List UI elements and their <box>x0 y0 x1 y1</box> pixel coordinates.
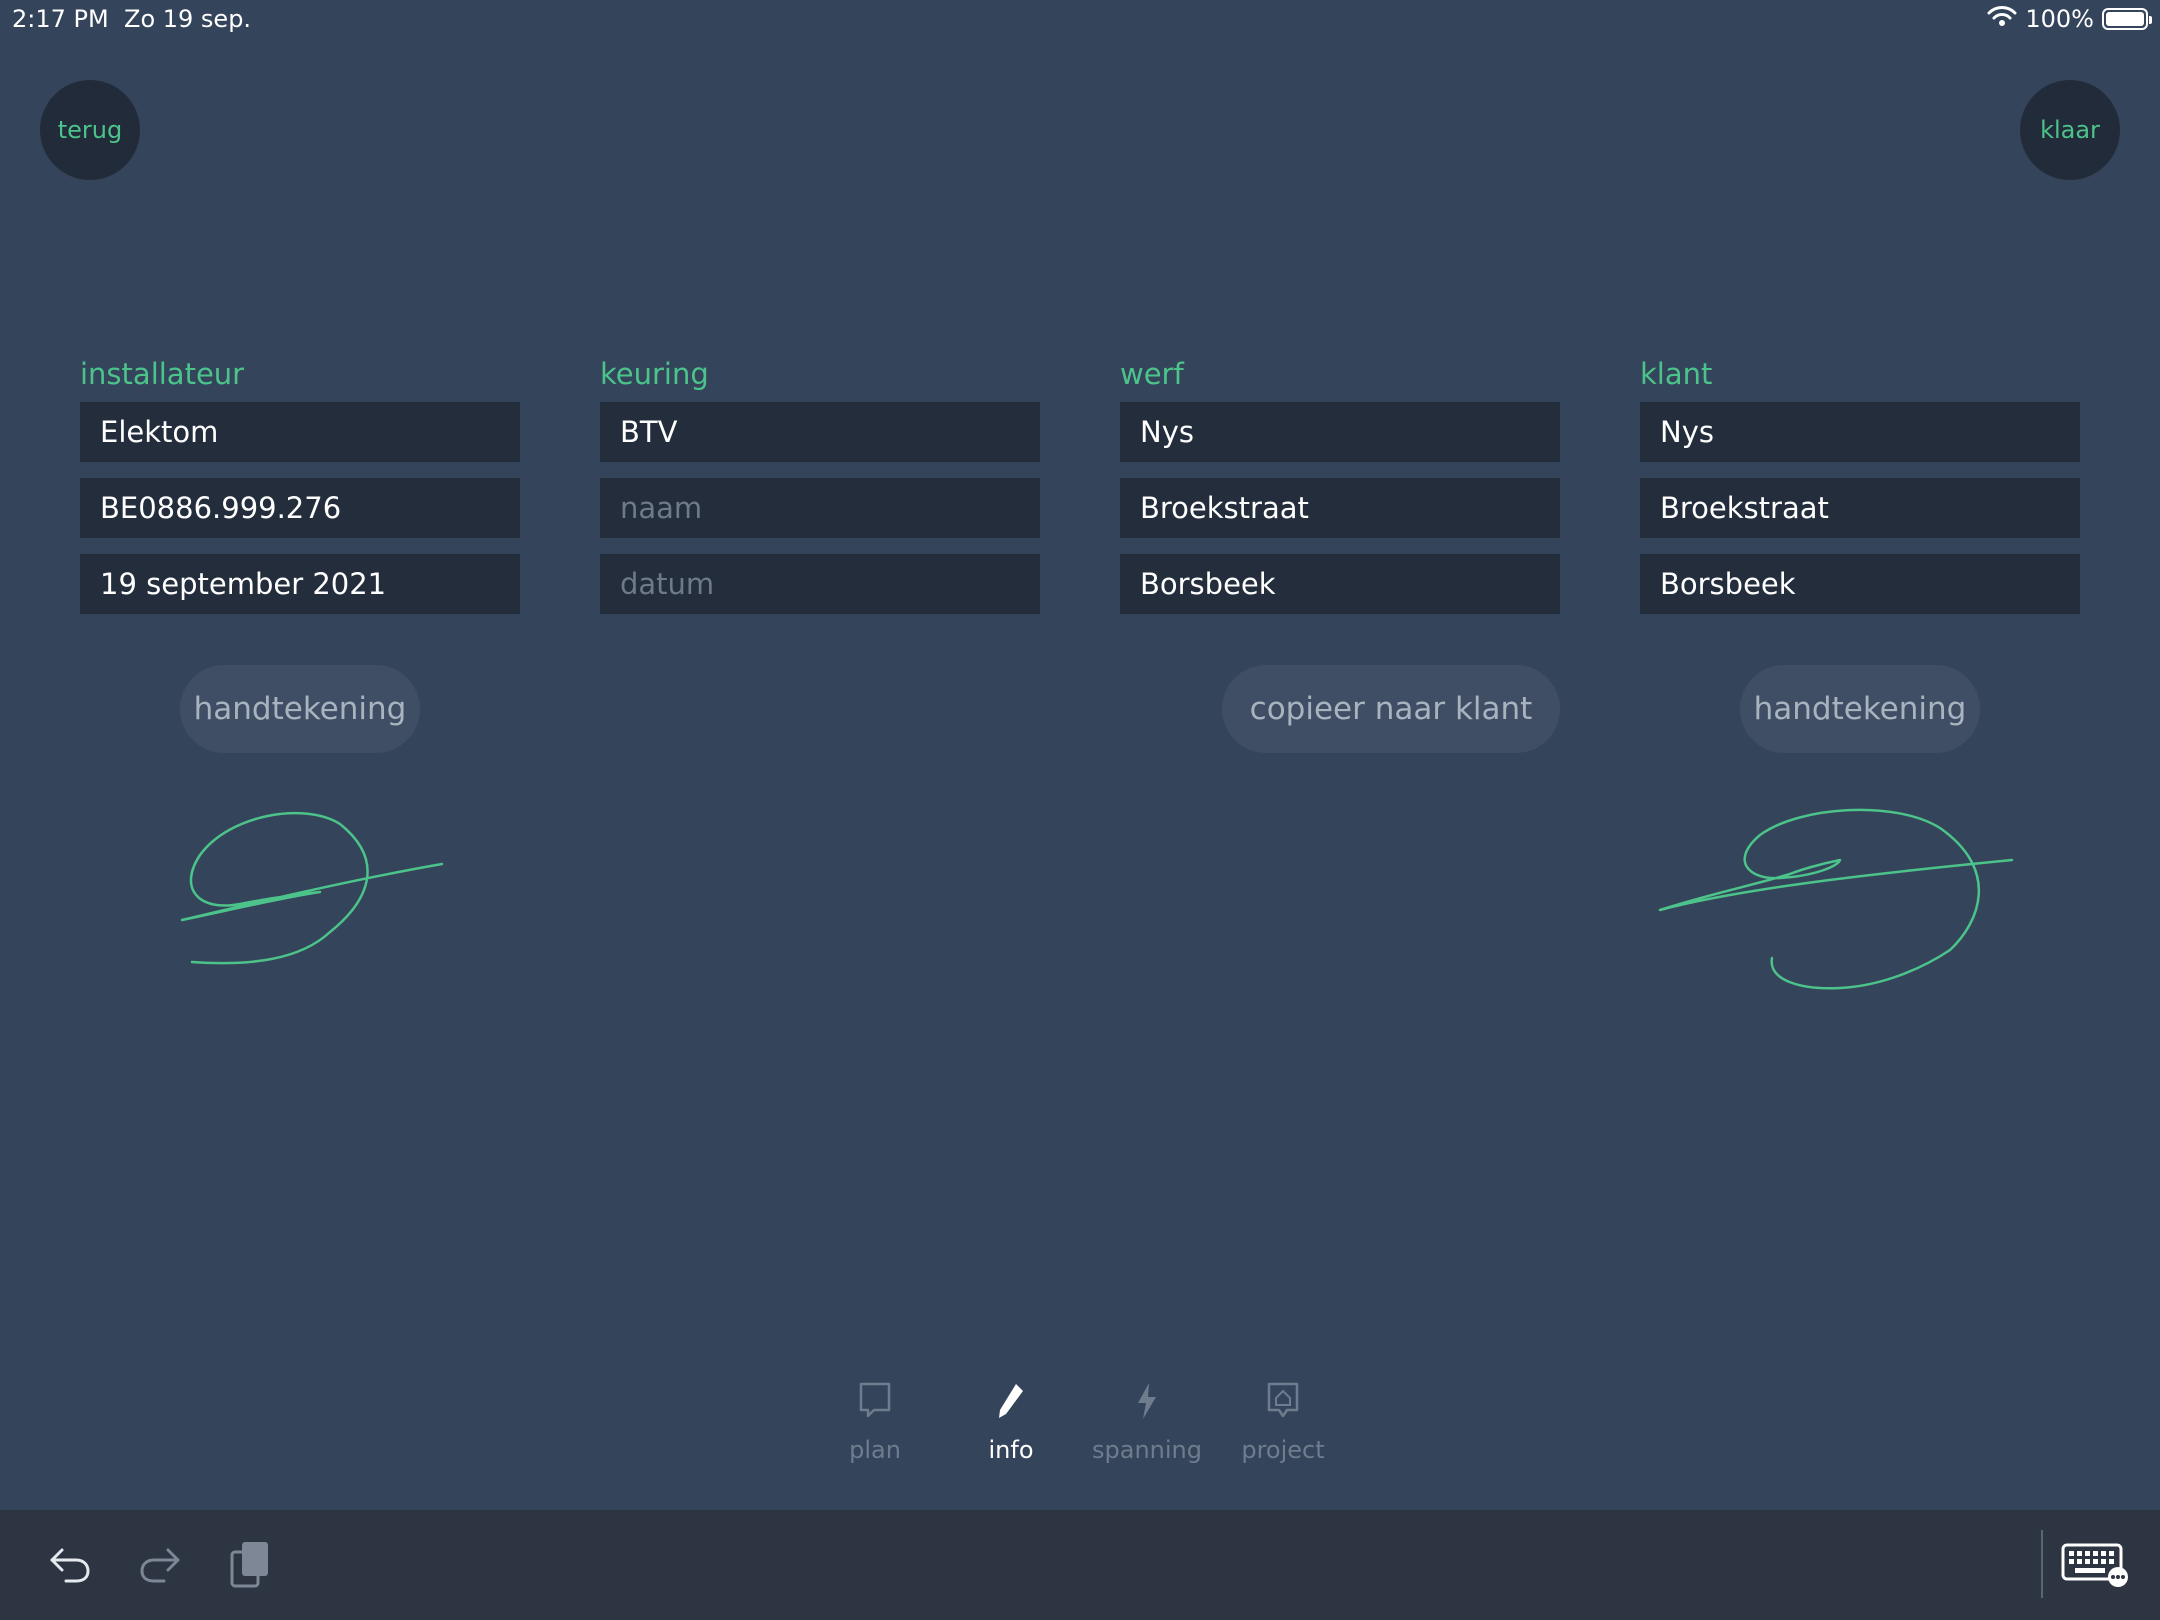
client-street-field[interactable]: Broekstraat <box>1640 478 2080 538</box>
copy-to-client-button[interactable]: copieer naar klant <box>1222 665 1560 753</box>
site-column: werf Nys Broekstraat Borsbeek <box>1120 352 1560 630</box>
client-column: klant Nys Broekstraat Borsbeek <box>1640 352 2080 630</box>
inspection-column: keuring BTV naam datum <box>600 352 1040 630</box>
status-right: 100% <box>1987 5 2152 33</box>
undo-icon <box>48 1544 92 1588</box>
hide-keyboard-button[interactable] <box>2060 1538 2130 1594</box>
installer-column: installateur Elektom BE0886.999.276 19 s… <box>80 352 520 630</box>
status-date: Zo 19 sep. <box>124 5 252 33</box>
site-name-field[interactable]: Nys <box>1120 402 1560 462</box>
lightning-icon <box>1134 1370 1160 1432</box>
inspection-title: keuring <box>600 357 709 391</box>
site-title: werf <box>1120 357 1184 391</box>
tab-plan-label: plan <box>849 1436 901 1464</box>
client-name-field[interactable]: Nys <box>1640 402 2080 462</box>
status-bar: 2:17 PM Zo 19 sep. 100% <box>0 0 2160 40</box>
client-title: klant <box>1640 357 1713 391</box>
installer-name-field[interactable]: Elektom <box>80 402 520 462</box>
site-city-field[interactable]: Borsbeek <box>1120 554 1560 614</box>
tab-project-label: project <box>1241 1436 1325 1464</box>
keyboard-shortcut-bar <box>0 1510 2160 1620</box>
inspection-body-field[interactable]: BTV <box>600 402 1040 462</box>
redo-button[interactable] <box>132 1538 188 1594</box>
site-street-field[interactable]: Broekstraat <box>1120 478 1560 538</box>
tab-info-label: info <box>988 1436 1034 1464</box>
tab-bar: plan info spanning project <box>0 1370 2160 1480</box>
clipboard-icon <box>228 1539 272 1593</box>
inspector-name-field[interactable]: naam <box>600 478 1040 538</box>
tab-project[interactable]: project <box>1218 1370 1348 1464</box>
battery-fill <box>2106 12 2144 26</box>
app-root: 2:17 PM Zo 19 sep. 100% terug klaar inst… <box>0 0 2160 1620</box>
tab-spanning-label: spanning <box>1092 1436 1202 1464</box>
inspection-date-field[interactable]: datum <box>600 554 1040 614</box>
installer-date-field[interactable]: 19 september 2021 <box>80 554 520 614</box>
done-button[interactable]: klaar <box>2020 80 2120 180</box>
undo-button[interactable] <box>42 1538 98 1594</box>
paste-button[interactable] <box>222 1538 278 1594</box>
shortcut-divider <box>2041 1530 2043 1598</box>
keyboard-icon <box>2060 1541 2130 1591</box>
redo-icon <box>138 1544 182 1588</box>
back-button[interactable]: terug <box>40 80 140 180</box>
battery-icon <box>2102 8 2152 30</box>
tab-info[interactable]: info <box>946 1370 1076 1464</box>
battery-percentage: 100% <box>2025 5 2094 33</box>
wifi-icon <box>1987 5 2017 33</box>
client-signature <box>1658 808 2014 990</box>
status-time: 2:17 PM <box>12 5 109 33</box>
installer-signature <box>180 811 444 965</box>
client-city-field[interactable]: Borsbeek <box>1640 554 2080 614</box>
installer-title: installateur <box>80 357 245 391</box>
installer-signature-button[interactable]: handtekening <box>180 665 420 753</box>
client-signature-button[interactable]: handtekening <box>1740 665 1980 753</box>
installer-vat-field[interactable]: BE0886.999.276 <box>80 478 520 538</box>
chat-bubble-icon <box>858 1370 892 1432</box>
house-icon <box>1266 1370 1300 1432</box>
pencil-icon <box>996 1370 1026 1432</box>
tab-spanning[interactable]: spanning <box>1082 1370 1212 1464</box>
tab-plan[interactable]: plan <box>810 1370 940 1464</box>
